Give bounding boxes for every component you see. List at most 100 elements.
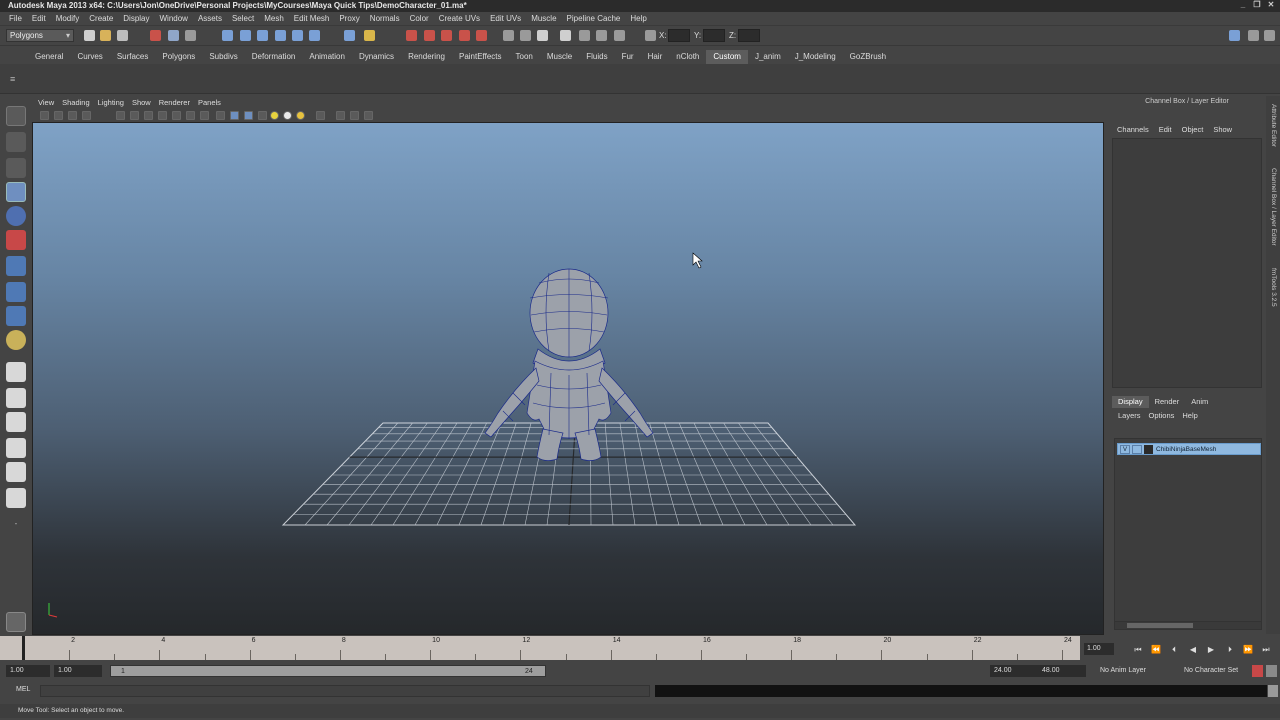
current-time-marker[interactable]	[22, 636, 25, 660]
menu-modify[interactable]: Modify	[51, 12, 85, 25]
scale-mode-icon[interactable]	[596, 30, 607, 41]
menu-select[interactable]: Select	[227, 12, 259, 25]
shelf-tab-muscle[interactable]: Muscle	[540, 50, 579, 64]
transform-input-icon[interactable]	[645, 30, 656, 41]
layout-two-icon[interactable]	[6, 412, 26, 432]
close-icon[interactable]: ✕	[1266, 0, 1276, 10]
layer-tab-render[interactable]: Render	[1149, 396, 1186, 408]
shelf-tab-subdivs[interactable]: Subdivs	[202, 50, 244, 64]
shelf-tab-general[interactable]: General	[28, 50, 70, 64]
menu-normals[interactable]: Normals	[365, 12, 405, 25]
step-back-key-icon[interactable]: ⏪	[1150, 645, 1162, 655]
move-tool-icon[interactable]	[6, 182, 26, 202]
tab-channel-box[interactable]: Channel Box / Layer Editor	[1268, 168, 1278, 246]
render-settings-icon[interactable]	[441, 30, 452, 41]
shadows-icon[interactable]	[296, 111, 305, 120]
panel-options-icon[interactable]	[1264, 30, 1275, 41]
menu-edit-uvs[interactable]: Edit UVs	[485, 12, 526, 25]
all-lights-icon[interactable]	[283, 111, 292, 120]
playback-start-field[interactable]: 1.00	[54, 665, 102, 677]
layer-tab-anim[interactable]: Anim	[1185, 396, 1214, 408]
menu-muscle[interactable]: Muscle	[526, 12, 561, 25]
select-mode-icon[interactable]	[560, 30, 571, 41]
menu-assets[interactable]: Assets	[193, 12, 227, 25]
wireframe-on-shaded-icon[interactable]	[244, 111, 253, 120]
menu-pipeline-cache[interactable]: Pipeline Cache	[562, 12, 626, 25]
resolution-gate-icon[interactable]	[144, 111, 153, 120]
new-scene-icon[interactable]	[84, 30, 95, 41]
shelf-tab-hair[interactable]: Hair	[641, 50, 670, 64]
shelf-tab-rendering[interactable]: Rendering	[401, 50, 452, 64]
menu-edit[interactable]: Edit	[27, 12, 51, 25]
end-time-field[interactable]: 48.00	[1038, 665, 1086, 677]
scale-tool-icon[interactable]	[6, 230, 26, 250]
image-plane-icon[interactable]	[82, 111, 91, 120]
channel-menu-object[interactable]: Object	[1177, 124, 1209, 136]
snap-point-icon[interactable]	[275, 30, 286, 41]
open-scene-icon[interactable]	[100, 30, 111, 41]
snap-plane-icon[interactable]	[292, 30, 303, 41]
grid-toggle-icon[interactable]	[116, 111, 125, 120]
safe-action-icon[interactable]	[186, 111, 195, 120]
textured-icon[interactable]	[258, 111, 267, 120]
mudbox-icon[interactable]	[6, 612, 26, 632]
shelf-tab-fluids[interactable]: Fluids	[579, 50, 614, 64]
menu-create-uvs[interactable]: Create UVs	[434, 12, 485, 25]
start-time-field[interactable]: 1.00	[6, 665, 50, 677]
shelf-tab-deformation[interactable]: Deformation	[245, 50, 303, 64]
viewport-menu-lighting[interactable]: Lighting	[94, 96, 128, 109]
snap-surface-icon[interactable]	[309, 30, 320, 41]
select-component-icon[interactable]	[185, 30, 196, 41]
smooth-shade-icon[interactable]	[230, 111, 239, 120]
tab-fmtools[interactable]: fmTools 3.2.5	[1268, 268, 1278, 307]
channel-menu-channels[interactable]: Channels	[1112, 124, 1154, 136]
playback-end-field[interactable]: 24.00	[990, 665, 1038, 677]
shelf-tab-surfaces[interactable]: Surfaces	[110, 50, 156, 64]
hud-icon[interactable]	[364, 111, 373, 120]
menu-proxy[interactable]: Proxy	[334, 12, 364, 25]
viewport-menu-shading[interactable]: Shading	[58, 96, 94, 109]
soft-mod-icon[interactable]	[6, 282, 26, 302]
viewport-menu-show[interactable]: Show	[128, 96, 155, 109]
shelf-tab-animation[interactable]: Animation	[302, 50, 352, 64]
layer-scrollbar[interactable]	[1114, 621, 1262, 630]
shelf-tab-j-modeling[interactable]: J_Modeling	[788, 50, 843, 64]
layout-four-icon[interactable]	[6, 388, 26, 408]
select-object-icon[interactable]	[168, 30, 179, 41]
layout-persp-graph-icon[interactable]	[6, 438, 26, 458]
snap-grid-icon[interactable]	[240, 30, 251, 41]
xray-joints-icon[interactable]	[350, 111, 359, 120]
shelf-menu-icon[interactable]: ≡	[10, 74, 20, 84]
shelf-tab-gozbrush[interactable]: GoZBrush	[843, 50, 893, 64]
menu-edit-mesh[interactable]: Edit Mesh	[289, 12, 335, 25]
step-forward-key-icon[interactable]: ⏩	[1242, 645, 1254, 655]
shelf-tab-toon[interactable]: Toon	[509, 50, 540, 64]
layer-playback-toggle[interactable]	[1132, 445, 1142, 454]
ipr-render-icon[interactable]	[424, 30, 435, 41]
viewport-menu-renderer[interactable]: Renderer	[155, 96, 194, 109]
toggle-attr-icon[interactable]	[537, 30, 548, 41]
play-forward-icon[interactable]: ▶	[1205, 645, 1217, 655]
anim-prefs-icon[interactable]	[1266, 665, 1277, 677]
scroll-thumb[interactable]	[1127, 623, 1193, 628]
gate-mask-icon[interactable]	[158, 111, 167, 120]
wireframe-icon[interactable]	[216, 111, 225, 120]
hypershade-icon[interactable]	[459, 30, 470, 41]
manipulator-tool-icon[interactable]	[6, 256, 26, 276]
snap-curve-icon[interactable]	[257, 30, 268, 41]
step-forward-icon[interactable]: ⏵	[1224, 645, 1236, 655]
bookmark-icon[interactable]	[68, 111, 77, 120]
camera-select-icon[interactable]	[40, 111, 49, 120]
layer-menu-options[interactable]: Options	[1145, 410, 1179, 422]
layer-menu-layers[interactable]: Layers	[1114, 410, 1145, 422]
rotate-mode-icon[interactable]	[579, 30, 590, 41]
save-scene-icon[interactable]	[117, 30, 128, 41]
select-hierarchy-icon[interactable]	[150, 30, 161, 41]
anim-layer-dropdown[interactable]: No Anim Layer	[1096, 665, 1176, 677]
channel-menu-edit[interactable]: Edit	[1154, 124, 1177, 136]
default-light-icon[interactable]	[270, 111, 279, 120]
menu-window[interactable]: Window	[155, 12, 193, 25]
menu-color[interactable]: Color	[405, 12, 434, 25]
paint-select-icon[interactable]	[6, 158, 26, 178]
go-end-icon[interactable]: ⏭	[1260, 645, 1272, 655]
